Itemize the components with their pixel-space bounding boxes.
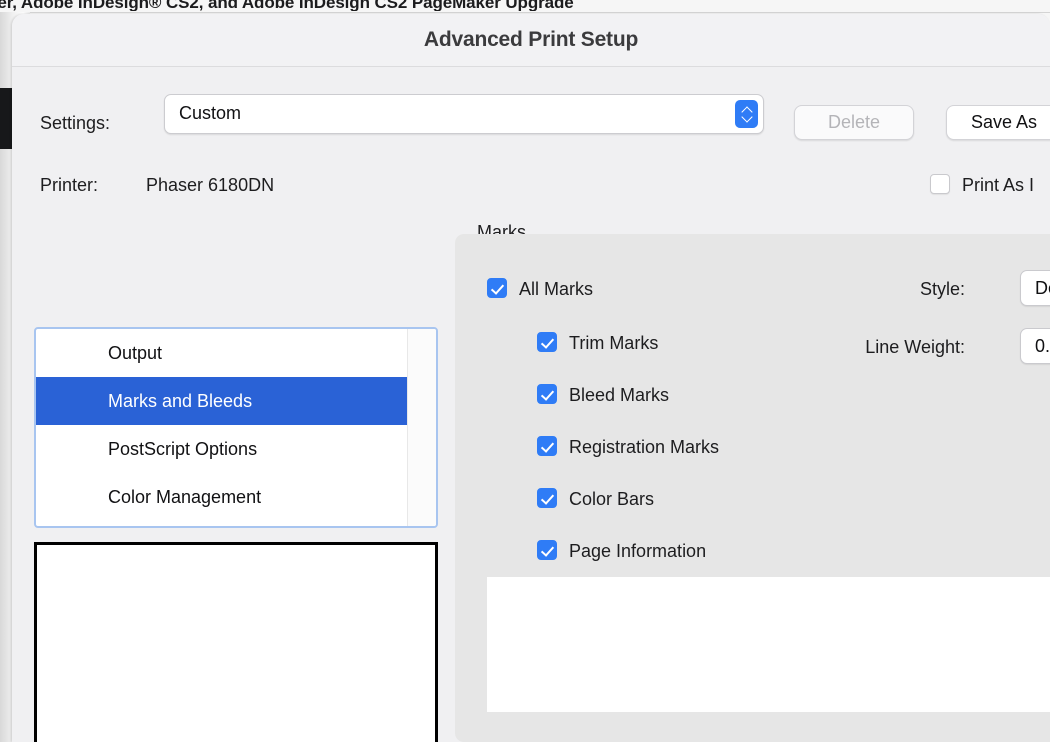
style-popup-button[interactable]: De [1020,270,1050,306]
all-marks-label: All Marks [519,279,594,299]
print-as-image-label: Print As I [962,175,1035,195]
print-as-image-checkbox[interactable] [930,174,950,194]
marks-group-box: All Marks Trim Marks Bleed Marks Registr… [455,234,1050,742]
bleed-marks-label: Bleed Marks [569,385,670,405]
screen: ker, Adobe InDesign® CS2, and Adobe InDe… [0,0,1050,742]
marks-preview-panel [487,577,1050,712]
chevron-up-down-icon [735,100,758,128]
registration-marks-checkbox[interactable] [537,436,557,456]
printer-value: Phaser 6180DN [146,175,275,195]
list-item-marks-and-bleeds[interactable]: Marks and Bleeds [36,377,408,425]
all-marks-checkbox[interactable] [487,278,507,298]
list-scrollbar[interactable] [407,329,436,526]
list-item-color-management[interactable]: Color Management [36,473,408,521]
style-label: Style: [919,279,965,299]
color-bars-checkbox[interactable] [537,488,557,508]
dialog-title: Advanced Print Setup [423,28,639,51]
color-bars-label: Color Bars [569,489,655,509]
page-information-checkbox[interactable] [537,540,557,560]
settings-popup-button[interactable]: Custom [164,94,764,134]
trim-marks-checkbox[interactable] [537,332,557,352]
settings-popup-value: Custom [179,103,242,123]
settings-label: Settings: [40,113,111,133]
printer-label: Printer: [40,175,99,195]
dialog-header: Advanced Print Setup [12,14,1050,67]
delete-button[interactable]: Delete [794,105,914,140]
save-as-button[interactable]: Save As [946,105,1050,140]
background-window-title: ker, Adobe InDesign® CS2, and Adobe InDe… [0,0,574,11]
registration-marks-label: Registration Marks [569,437,720,457]
background-window-title-rule [0,12,1050,13]
line-weight-popup-button[interactable]: 0.2 [1020,328,1050,364]
list-item-output[interactable]: Output [36,329,408,377]
page-information-label: Page Information [569,541,707,561]
line-weight-label: Line Weight: [865,337,965,357]
list-item-postscript-options[interactable]: PostScript Options [36,425,408,473]
print-options-list[interactable]: Output Marks and Bleeds PostScript Optio… [34,327,438,528]
trim-marks-label: Trim Marks [569,333,659,353]
bleed-marks-checkbox[interactable] [537,384,557,404]
advanced-print-setup-dialog: Advanced Print Setup Settings: Custom De… [12,14,1050,742]
page-preview [34,542,438,742]
